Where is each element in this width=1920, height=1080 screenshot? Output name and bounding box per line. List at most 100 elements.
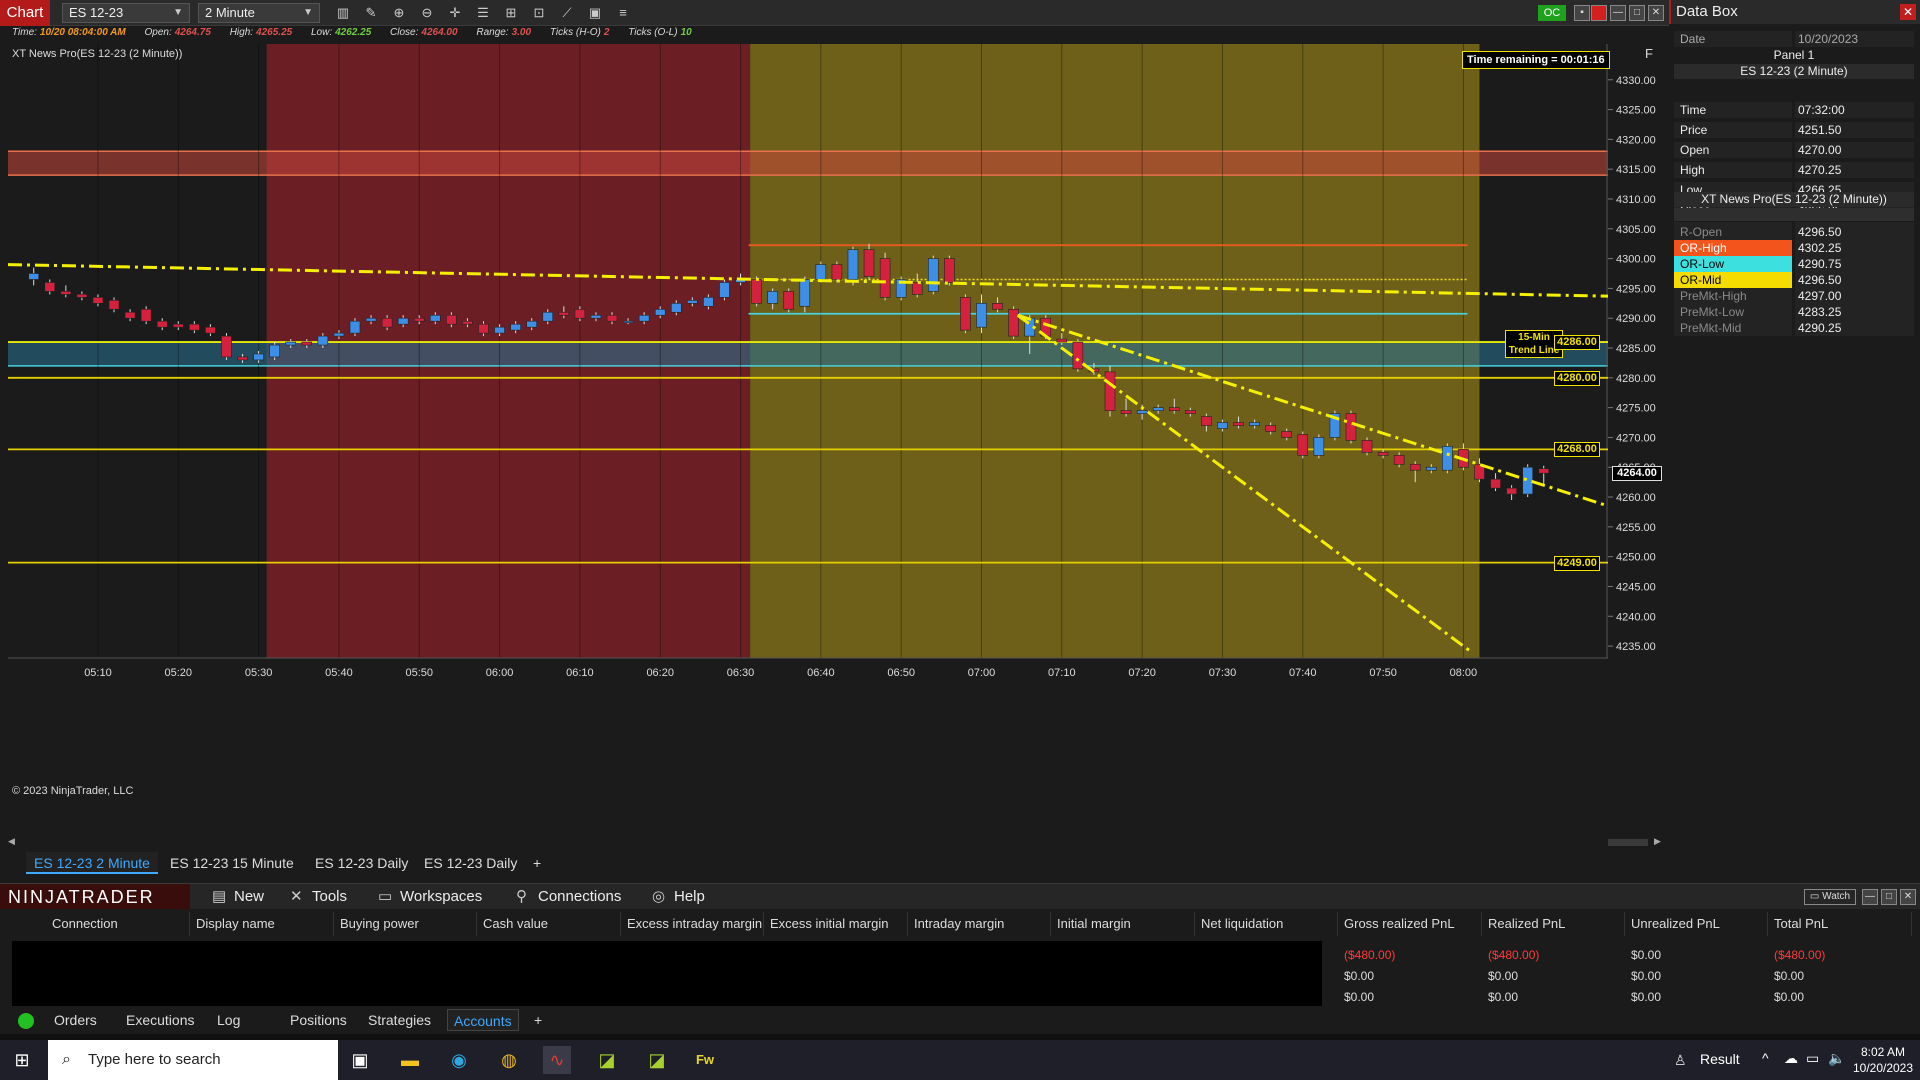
candle-body bbox=[397, 317, 409, 325]
candle-body bbox=[622, 320, 634, 323]
link-icon[interactable]: ▪ bbox=[1574, 5, 1590, 21]
menu-tools[interactable]: ✕ Tools bbox=[290, 884, 347, 910]
chrome-browser-icon[interactable]: ◍ bbox=[495, 1046, 523, 1074]
maximize-icon[interactable]: □ bbox=[1629, 5, 1645, 21]
task-view-icon[interactable]: ▣ bbox=[346, 1046, 374, 1074]
tab-accounts[interactable]: Accounts bbox=[447, 1009, 519, 1031]
column-header[interactable]: Display name bbox=[190, 912, 334, 936]
ninjatrader-app-icon[interactable]: ∿ bbox=[543, 1046, 571, 1074]
candle-body bbox=[1185, 410, 1196, 414]
app-icon-1[interactable]: ◪ bbox=[593, 1046, 621, 1074]
column-header[interactable]: Excess initial margin bbox=[764, 912, 908, 936]
candle-body bbox=[799, 279, 811, 307]
scroll-left-icon[interactable]: ◀ bbox=[8, 836, 15, 847]
tab-es-2-minute[interactable]: ES 12-23 2 Minute bbox=[26, 852, 158, 874]
candle-body bbox=[413, 317, 425, 322]
indicator-row: PreMkt-High 4297.00 bbox=[1674, 288, 1914, 304]
column-header[interactable]: Unrealized PnL bbox=[1625, 912, 1768, 936]
tab-positions[interactable]: Positions bbox=[284, 1009, 353, 1031]
menu-help[interactable]: ◎ Help bbox=[652, 884, 705, 910]
add-tab-button[interactable]: + bbox=[525, 852, 549, 874]
tab-orders[interactable]: Orders bbox=[48, 1009, 103, 1031]
candle-body bbox=[237, 356, 248, 361]
close-icon[interactable]: ✕ bbox=[1900, 889, 1916, 905]
zoom-in-icon[interactable]: ⊕ bbox=[390, 4, 408, 22]
tab-es-daily[interactable]: ES 12-23 Daily bbox=[307, 852, 416, 874]
taskbar-search[interactable]: ⌕ Type here to search bbox=[48, 1040, 338, 1080]
column-header[interactable]: Net liquidation bbox=[1195, 912, 1338, 936]
indicator-key: PreMkt-Mid bbox=[1674, 320, 1792, 336]
crosshair-icon[interactable]: ✛ bbox=[446, 4, 464, 22]
candle-body bbox=[124, 311, 136, 319]
candle-body bbox=[928, 258, 939, 292]
result-label[interactable]: Result bbox=[1700, 1051, 1740, 1067]
color-link-icon[interactable] bbox=[1591, 5, 1607, 21]
low-label: Low: bbox=[310, 27, 333, 38]
close-icon[interactable]: ✕ bbox=[1900, 4, 1916, 20]
column-header[interactable]: Realized PnL bbox=[1482, 912, 1625, 936]
drawing-tool-icon[interactable]: ✎ bbox=[362, 4, 380, 22]
bar-type-icon[interactable]: ▥ bbox=[334, 4, 352, 22]
column-header[interactable]: Cash value bbox=[477, 912, 621, 936]
column-header[interactable]: Initial margin bbox=[1051, 912, 1195, 936]
column-header[interactable]: Total PnL bbox=[1768, 912, 1912, 936]
add-tab-button[interactable]: + bbox=[528, 1009, 548, 1031]
fw-app-icon[interactable]: Fw bbox=[691, 1046, 719, 1074]
edge-browser-icon[interactable]: ◉ bbox=[445, 1046, 473, 1074]
tab-es-15-minute[interactable]: ES 12-23 15 Minute bbox=[162, 852, 302, 874]
menu-new[interactable]: ▤ New bbox=[212, 884, 264, 910]
column-header[interactable]: Connection bbox=[46, 912, 190, 936]
close-icon[interactable]: ✕ bbox=[1648, 5, 1664, 21]
strategies-icon[interactable]: ⊡ bbox=[530, 4, 548, 22]
menu-workspaces[interactable]: ▭ Workspaces bbox=[378, 884, 482, 910]
maximize-icon[interactable]: □ bbox=[1881, 889, 1897, 905]
scroll-thumb[interactable] bbox=[1608, 839, 1648, 846]
instrument-selector[interactable]: ES 12-23 ▼ bbox=[62, 3, 190, 23]
x-tick-label: 05:10 bbox=[84, 667, 112, 679]
zoom-out-icon[interactable]: ⊖ bbox=[418, 4, 436, 22]
column-header[interactable]: Gross realized PnL bbox=[1338, 912, 1482, 936]
network-icon[interactable]: ▭ bbox=[1806, 1050, 1819, 1067]
volume-icon[interactable]: 🔈 bbox=[1828, 1050, 1845, 1067]
chart-title-button[interactable]: Chart bbox=[0, 0, 50, 26]
new-icon: ▤ bbox=[212, 888, 227, 905]
column-header[interactable]: Excess intraday margin bbox=[621, 912, 764, 936]
cloud-icon[interactable]: ☁ bbox=[1784, 1050, 1798, 1067]
fit-button[interactable]: F bbox=[1645, 46, 1653, 61]
indicator-row: R-Open 4296.50 bbox=[1674, 224, 1914, 240]
windows-taskbar: ⊞ ⌕ Type here to search ▣ ▬ ◉ ◍ ∿ ◪ ◪ Fw… bbox=[0, 1040, 1920, 1080]
tray-chevron-icon[interactable]: ^ bbox=[1762, 1050, 1769, 1066]
ticks-ol-value: 10 bbox=[680, 27, 692, 38]
price-axis[interactable]: 4235.00 4240.00 4245.00 4250.00 4255.00 4260.… bbox=[1608, 44, 1669, 804]
candle-body bbox=[1233, 422, 1244, 426]
menu-connections[interactable]: ⚲ Connections bbox=[516, 884, 621, 910]
column-header[interactable]: Buying power bbox=[334, 912, 477, 936]
interval-selector[interactable]: 2 Minute ▼ bbox=[198, 3, 320, 23]
properties-icon[interactable]: ☰ bbox=[474, 4, 492, 22]
windows-start-icon[interactable]: ⊞ bbox=[8, 1046, 36, 1074]
app-icon-2[interactable]: ◪ bbox=[643, 1046, 671, 1074]
tab-log[interactable]: Log bbox=[211, 1009, 246, 1031]
chart-trader-icon[interactable]: ⟋ bbox=[558, 4, 576, 22]
candle-body bbox=[510, 323, 521, 331]
minimize-icon[interactable]: — bbox=[1610, 5, 1626, 21]
scroll-right-icon[interactable]: ▶ bbox=[1654, 836, 1661, 847]
tab-executions[interactable]: Executions bbox=[120, 1009, 200, 1031]
snapshot-icon[interactable]: ▣ bbox=[586, 4, 604, 22]
price-chart-plot[interactable]: 05:10 05:20 05:30 05:40 05:50 06:00 06:10 06:20… bbox=[8, 44, 1608, 804]
date-label: Date bbox=[1674, 31, 1792, 47]
taskbar-clock[interactable]: 8:02 AM 10/20/2023 bbox=[1852, 1044, 1914, 1076]
watch-button[interactable]: ▭ Watch bbox=[1804, 889, 1856, 905]
file-explorer-icon[interactable]: ▬ bbox=[396, 1046, 424, 1074]
nba-icon[interactable]: ♙ bbox=[1674, 1052, 1687, 1069]
high-value: 4265.25 bbox=[256, 27, 293, 38]
help-icon: ◎ bbox=[652, 888, 666, 905]
column-header[interactable]: Intraday margin bbox=[908, 912, 1051, 936]
ninjatrader-logo: NINJATRADER bbox=[0, 884, 190, 910]
tab-strategies[interactable]: Strategies bbox=[362, 1009, 437, 1031]
minimize-icon[interactable]: — bbox=[1862, 889, 1878, 905]
templates-icon[interactable]: ≡ bbox=[614, 4, 632, 22]
tab-es-daily-2[interactable]: ES 12-23 Daily bbox=[416, 852, 525, 874]
instrument-value: ES 12-23 bbox=[69, 5, 124, 20]
indicators-icon[interactable]: ⊞ bbox=[502, 4, 520, 22]
